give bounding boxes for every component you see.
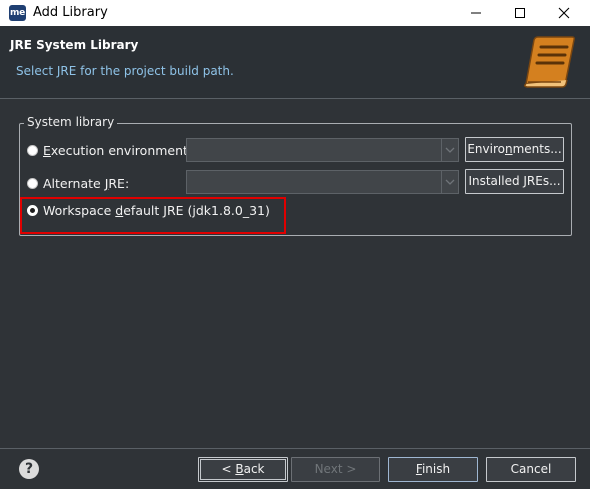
minimize-button[interactable] bbox=[453, 0, 499, 26]
radio-alternate-jre[interactable]: Alternate JRE: bbox=[27, 176, 129, 191]
next-button[interactable]: Next > bbox=[291, 457, 380, 482]
app-icon: me bbox=[9, 5, 26, 21]
window-title: Add Library bbox=[33, 5, 108, 20]
installed-jres-button[interactable]: Installed JREs... bbox=[465, 169, 564, 194]
cancel-button[interactable]: Cancel bbox=[486, 457, 576, 482]
chevron-down-icon bbox=[445, 179, 455, 185]
combo-arrow[interactable] bbox=[441, 171, 458, 193]
highlight-annotation bbox=[20, 197, 286, 234]
chevron-down-icon bbox=[445, 147, 455, 153]
radio-label: Execution environment: bbox=[43, 143, 193, 158]
finish-button[interactable]: Finish bbox=[388, 457, 478, 482]
close-icon bbox=[558, 7, 570, 19]
maximize-icon bbox=[515, 8, 525, 18]
footer-separator bbox=[0, 448, 590, 449]
execution-environment-combo[interactable] bbox=[186, 138, 459, 162]
environments-button[interactable]: Environments... bbox=[465, 137, 564, 162]
close-button[interactable] bbox=[541, 0, 587, 26]
combo-arrow[interactable] bbox=[441, 139, 458, 161]
radio-label: Alternate JRE: bbox=[43, 176, 130, 191]
group-label: System library bbox=[24, 115, 118, 129]
header-separator bbox=[0, 98, 590, 99]
page-title: JRE System Library bbox=[10, 38, 139, 52]
radio-button[interactable] bbox=[27, 178, 38, 189]
radio-execution-environment[interactable]: Execution environment: bbox=[27, 143, 192, 158]
title-bar: me Add Library bbox=[0, 0, 590, 26]
library-book-icon bbox=[523, 36, 575, 88]
back-button[interactable]: < Back bbox=[198, 457, 288, 482]
dialog-header: JRE System Library Select JRE for the pr… bbox=[0, 26, 590, 98]
help-icon[interactable]: ? bbox=[19, 459, 39, 479]
maximize-button[interactable] bbox=[497, 0, 543, 26]
page-description: Select JRE for the project build path. bbox=[16, 64, 234, 78]
radio-button[interactable] bbox=[27, 145, 38, 156]
minimize-icon bbox=[471, 12, 481, 14]
alternate-jre-combo[interactable] bbox=[186, 170, 459, 194]
